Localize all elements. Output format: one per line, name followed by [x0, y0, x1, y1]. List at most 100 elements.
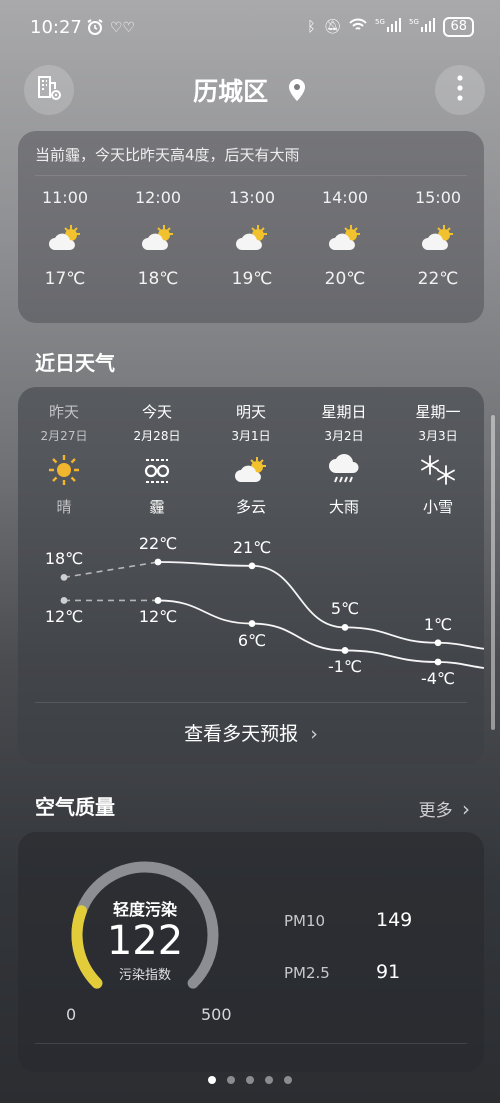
- day-condition: 小雪: [422, 498, 453, 516]
- hour-temp: 17℃: [44, 269, 86, 289]
- pm10-label: PM10: [284, 912, 326, 930]
- air-more-label[interactable]: 更多: [419, 801, 453, 821]
- high-temp-label: 21℃: [232, 537, 272, 557]
- aqi-max: 500: [201, 1005, 232, 1024]
- pm25-label: PM2.5: [284, 964, 330, 982]
- page-dot[interactable]: [265, 1076, 273, 1084]
- day-item[interactable]: 星期一 3月3日 小雪: [392, 401, 484, 517]
- page-dot[interactable]: [208, 1076, 216, 1084]
- status-icons: ᛒ 🔕︎ 5G 5G 68: [307, 17, 474, 37]
- location-pin-icon: [287, 78, 307, 108]
- svg-text:5G: 5G: [375, 18, 385, 26]
- high-temp-line-point: [60, 573, 68, 581]
- page-dot[interactable]: [246, 1076, 254, 1084]
- partly-cloudy-icon: [398, 207, 478, 269]
- recent-weather-title: 近日天气: [35, 351, 115, 375]
- chevron-right-icon: ›: [462, 797, 470, 821]
- pm10-value: 149: [376, 909, 413, 931]
- hour-time: 11:00: [41, 188, 89, 207]
- air-quality-title: 空气质量: [35, 795, 115, 819]
- chevron-right-icon: ›: [310, 723, 318, 745]
- day-name: 星期一: [415, 403, 461, 421]
- heart-link-icon: ♡♡: [110, 20, 136, 36]
- hour-temp: 18℃: [137, 269, 179, 289]
- aqi-min: 0: [66, 1005, 77, 1024]
- hour-temp: 22℃: [417, 269, 459, 289]
- divider: [35, 702, 467, 703]
- sun-icon: [18, 444, 110, 496]
- hour-item: 11:00 17℃: [25, 188, 105, 289]
- hour-time: 13:00: [228, 188, 276, 207]
- day-date: 3月3日: [418, 429, 458, 443]
- hour-time: 12:00: [134, 188, 182, 207]
- more-vertical-icon: [456, 75, 464, 105]
- day-name: 今天: [141, 403, 172, 421]
- weather-tip: 当前霾，今天比昨天高4度，后天有大雨: [35, 146, 300, 164]
- bluetooth-icon: ᛒ: [307, 19, 316, 35]
- status-bar: 10:27 ♡♡ ᛒ 🔕︎ 5G 5G 68: [0, 0, 500, 58]
- hour-item: 14:00 20℃: [305, 188, 385, 289]
- page-indicator[interactable]: [0, 1076, 500, 1084]
- high-temp-label: 18℃: [44, 549, 84, 569]
- low-temp-label: 12℃: [138, 607, 178, 627]
- low-temp-line-point: [60, 597, 68, 604]
- partly-cloudy-icon: [25, 207, 105, 269]
- divider: [35, 1043, 467, 1044]
- day-condition: 大雨: [328, 498, 359, 516]
- wifi-icon: [349, 18, 368, 36]
- status-time: 10:27: [30, 17, 82, 38]
- city-name[interactable]: 历城区: [193, 77, 268, 106]
- air-more-link[interactable]: 更多 ›: [419, 796, 470, 821]
- low-temp-line-point: [154, 597, 162, 604]
- partly-cloudy-icon: [212, 207, 292, 269]
- divider: [35, 175, 467, 176]
- day-date: 2月27日: [40, 429, 88, 443]
- day-name: 昨天: [48, 403, 79, 421]
- day-item[interactable]: 明天 3月1日 多云: [205, 401, 297, 517]
- day-condition: 霾: [149, 498, 165, 516]
- city-title[interactable]: 历城区: [0, 72, 500, 108]
- hour-time: 15:00: [414, 188, 462, 207]
- partly-cloudy-icon: [205, 444, 297, 496]
- day-name: 星期日: [321, 403, 367, 421]
- day-date: 2月28日: [133, 429, 181, 443]
- aqi-index-label: 污染指数: [118, 968, 171, 983]
- haze-icon: [111, 444, 203, 496]
- heavy-rain-icon: [298, 444, 390, 496]
- hour-temp: 19℃: [231, 269, 273, 289]
- signal-5g-icon: 5G: [375, 17, 402, 37]
- aqi-level: 轻度污染: [112, 900, 177, 919]
- aqi-index: 122: [106, 918, 184, 964]
- page-dot[interactable]: [284, 1076, 292, 1084]
- more-options-button[interactable]: [435, 65, 485, 115]
- day-date: 3月1日: [231, 429, 271, 443]
- low-temp-label: -4℃: [421, 669, 455, 688]
- mute-icon: 🔕︎: [323, 19, 342, 35]
- more-forecast-label[interactable]: 查看多天预报: [184, 723, 298, 745]
- signal-5g-icon: 5G: [409, 17, 436, 37]
- partly-cloudy-icon: [305, 207, 385, 269]
- day-item[interactable]: 星期日 3月2日 大雨: [298, 401, 390, 517]
- page-dot[interactable]: [227, 1076, 235, 1084]
- low-temp-line-point: [434, 658, 442, 666]
- low-temp-line-point: [341, 647, 349, 654]
- high-temp-line-point: [434, 639, 442, 647]
- partly-cloudy-icon: [118, 207, 198, 269]
- high-temp-label: 22℃: [138, 534, 178, 553]
- scrollbar[interactable]: [491, 415, 495, 730]
- pm25-value: 91: [376, 961, 401, 983]
- svg-text:5G: 5G: [409, 18, 419, 26]
- battery-indicator: 68: [443, 17, 474, 37]
- day-item[interactable]: 昨天 2月27日 晴: [18, 401, 110, 517]
- high-temp-line-point: [154, 558, 162, 566]
- light-snow-icon: [392, 444, 484, 496]
- hour-time: 14:00: [321, 188, 369, 207]
- low-temp-label: -1℃: [328, 657, 362, 677]
- day-condition: 晴: [56, 498, 72, 516]
- alarm-icon: [86, 18, 104, 40]
- hour-item: 12:00 18℃: [118, 188, 198, 289]
- low-temp-label: 6℃: [237, 630, 267, 650]
- more-forecast-link[interactable]: 查看多天预报 ›: [18, 719, 484, 746]
- hour-temp: 20℃: [324, 269, 366, 289]
- day-item[interactable]: 今天 2月28日 霾: [111, 401, 203, 517]
